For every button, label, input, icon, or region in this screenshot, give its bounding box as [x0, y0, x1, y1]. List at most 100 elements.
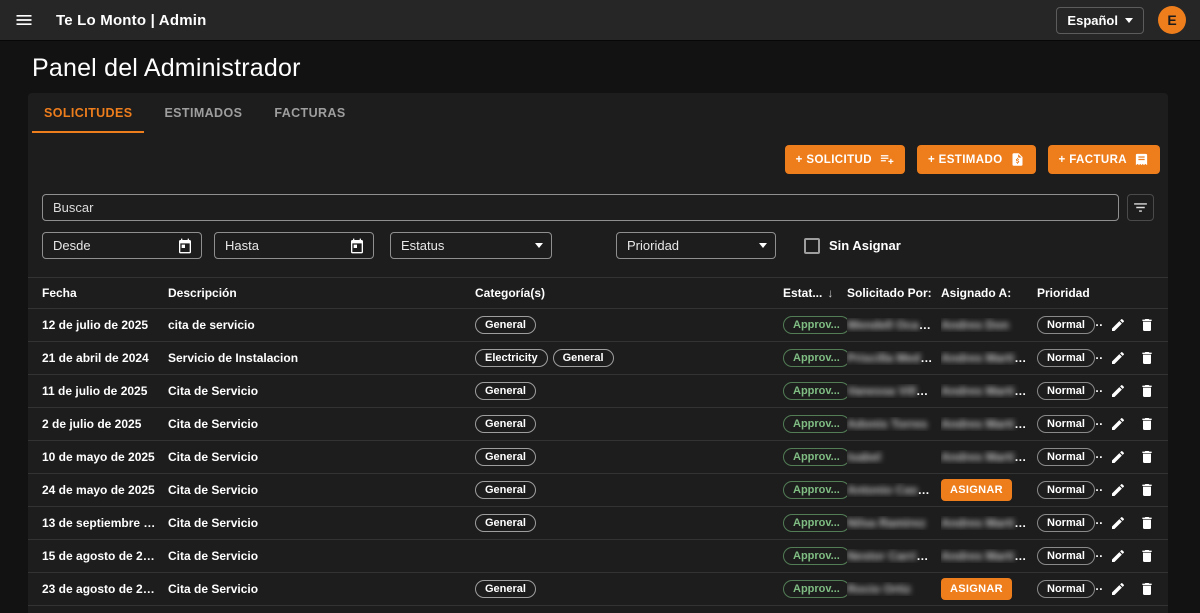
cell-solicitado-por: Nilsa Ramirez [847, 516, 941, 530]
tab-estimados[interactable]: ESTIMADOS [152, 93, 254, 133]
requester-name-redacted: Wendell Ocasio [847, 318, 936, 332]
assignee-name-redacted: Andres Martinez [941, 549, 1034, 563]
assignee-name-redacted: Andres Martinez [941, 417, 1034, 431]
language-selector-button[interactable]: Español [1056, 7, 1144, 34]
table-row: 21 de abril de 2024Servicio de Instalaci… [28, 342, 1168, 375]
cell-solicitado-por: Priscilla Medina [847, 351, 941, 365]
priority-badge: Normal [1037, 481, 1095, 499]
cell-estatus: Approv... [783, 514, 847, 532]
assignee-name-redacted: Andres Martinez [941, 516, 1034, 530]
edit-button[interactable] [1110, 317, 1126, 333]
filter-list-button[interactable] [1127, 194, 1154, 221]
cell-categorias: General [475, 481, 783, 499]
search-input[interactable] [42, 194, 1119, 221]
edit-button[interactable] [1110, 482, 1126, 498]
assign-button[interactable]: ASIGNAR [941, 578, 1012, 600]
unassigned-checkbox[interactable] [804, 238, 820, 254]
edit-icon [1110, 383, 1126, 399]
delete-button[interactable] [1139, 317, 1155, 333]
language-label: Español [1067, 13, 1118, 28]
cell-categorias: General [475, 382, 783, 400]
cell-asignado-a: Andres Martinez [941, 516, 1037, 530]
table-row: 13 de septiembre de...Cita de ServicioGe… [28, 507, 1168, 540]
delete-button[interactable] [1139, 416, 1155, 432]
tab-solicitudes[interactable]: SOLICITUDES [32, 93, 144, 133]
date-from-field[interactable]: Desde [42, 232, 202, 259]
requests-table: Fecha Descripción Categoría(s) Estat... … [28, 277, 1168, 613]
cell-descripcion: Cita de Servicio [168, 549, 475, 563]
calendar-icon [177, 238, 193, 254]
priority-badge: Normal [1037, 316, 1095, 334]
category-chip: General [475, 481, 536, 499]
delete-button[interactable] [1139, 515, 1155, 531]
priority-badge: Normal [1037, 382, 1095, 400]
delete-button[interactable] [1139, 350, 1155, 366]
hamburger-menu-button[interactable] [14, 10, 34, 30]
requester-name-redacted: Isabel [847, 450, 881, 464]
cell-solicitado-por: Rocio Ortiz [847, 582, 941, 596]
priority-select[interactable]: Prioridad [616, 232, 776, 259]
edit-icon [1110, 581, 1126, 597]
cell-actions [1102, 449, 1168, 465]
col-header-descripcion[interactable]: Descripción [168, 286, 475, 300]
delete-button[interactable] [1139, 383, 1155, 399]
assignee-name-redacted: Andres Martinez [941, 450, 1034, 464]
cell-descripcion: Cita de Servicio [168, 450, 475, 464]
delete-button[interactable] [1139, 548, 1155, 564]
table-row: 12 de julio de 2025cita de servicioGener… [28, 309, 1168, 342]
cell-estatus: Approv... [783, 547, 847, 565]
edit-button[interactable] [1110, 449, 1126, 465]
requester-name-redacted: Rocio Ortiz [847, 582, 911, 596]
edit-button[interactable] [1110, 350, 1126, 366]
add-estimado-button[interactable]: + ESTIMADO [917, 145, 1036, 174]
calendar-icon [349, 238, 365, 254]
cell-solicitado-por: Antonio Casa Bonh [847, 483, 941, 497]
cell-fecha: 2 de julio de 2025 [42, 417, 168, 431]
col-header-estatus[interactable]: Estat... ↓ [783, 286, 847, 300]
hamburger-icon [14, 10, 34, 30]
cell-fecha: 23 de agosto de 2025 [42, 582, 168, 596]
status-badge: Approv... [783, 349, 847, 367]
tab-facturas[interactable]: FACTURAS [262, 93, 357, 133]
date-from-label: Desde [53, 238, 91, 253]
cell-solicitado-por: Adonis Torres [847, 417, 941, 431]
edit-button[interactable] [1110, 581, 1126, 597]
cell-prioridad: Normal [1037, 415, 1102, 433]
status-select[interactable]: Estatus [390, 232, 552, 259]
table-row: 11 de julio de 2025Cita de ServicioGener… [28, 375, 1168, 408]
cell-categorias: General [475, 448, 783, 466]
add-solicitud-button[interactable]: + SOLICITUD [785, 145, 905, 174]
category-chip: General [553, 349, 614, 367]
delete-button[interactable] [1139, 581, 1155, 597]
edit-button[interactable] [1110, 383, 1126, 399]
edit-button[interactable] [1110, 548, 1126, 564]
col-header-categorias[interactable]: Categoría(s) [475, 286, 783, 300]
status-badge: Approv... [783, 547, 847, 565]
status-badge: Approv... [783, 316, 847, 334]
cell-asignado-a: Andres Don [941, 318, 1037, 332]
requester-name-redacted: Nilsa Ramirez [847, 516, 926, 530]
table-body: 12 de julio de 2025cita de servicioGener… [28, 309, 1168, 613]
sort-desc-icon: ↓ [827, 286, 833, 300]
edit-button[interactable] [1110, 416, 1126, 432]
status-badge: Approv... [783, 580, 847, 598]
cell-categorias: General [475, 580, 783, 598]
col-header-asignado[interactable]: Asignado A: [941, 286, 1037, 300]
edit-button[interactable] [1110, 515, 1126, 531]
cell-fecha: 15 de agosto de 2025 [42, 549, 168, 563]
table-header: Fecha Descripción Categoría(s) Estat... … [28, 277, 1168, 309]
assign-button[interactable]: ASIGNAR [941, 479, 1012, 501]
unassigned-checkbox-wrap[interactable]: Sin Asignar [804, 238, 901, 254]
col-header-fecha[interactable]: Fecha [42, 286, 168, 300]
col-header-prioridad[interactable]: Prioridad [1037, 286, 1102, 300]
date-to-field[interactable]: Hasta [214, 232, 374, 259]
delete-button[interactable] [1139, 449, 1155, 465]
chevron-down-icon [759, 243, 767, 248]
add-factura-button[interactable]: + FACTURA [1048, 145, 1160, 174]
table-row: 24 de mayo de 2025Cita de ServicioGenera… [28, 474, 1168, 507]
delete-button[interactable] [1139, 482, 1155, 498]
avatar[interactable]: E [1158, 6, 1186, 34]
cell-descripcion: Servicio de Instalacion [168, 351, 475, 365]
col-header-solicitado[interactable]: Solicitado Por: [847, 286, 941, 300]
status-badge: Approv... [783, 382, 847, 400]
